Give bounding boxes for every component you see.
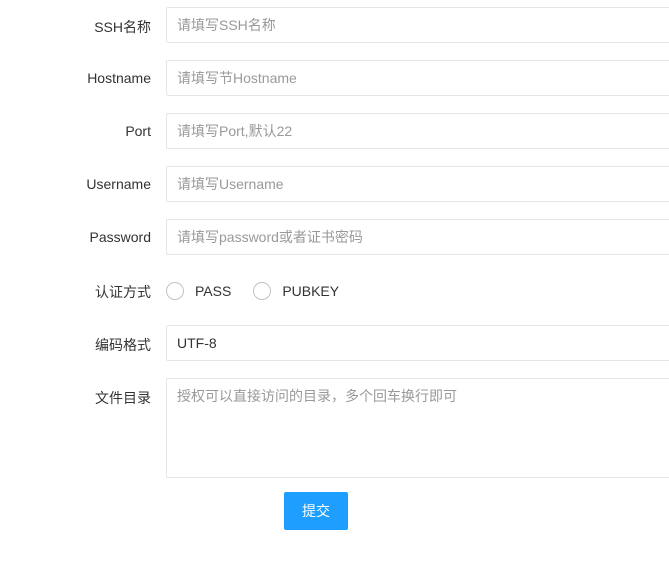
auth-pass-label: PASS — [195, 283, 232, 299]
file-dirs-label: 文件目录 — [95, 390, 151, 406]
password-input[interactable] — [166, 219, 669, 255]
encoding-input[interactable] — [166, 325, 669, 361]
submit-button[interactable]: 提交 — [284, 492, 348, 530]
auth-pass-radio[interactable]: PASS — [166, 282, 231, 300]
auth-pubkey-label: PUBKEY — [282, 283, 340, 299]
auth-method-label: 认证方式 — [95, 284, 151, 300]
ssh-name-input[interactable] — [166, 7, 669, 43]
hostname-input[interactable] — [166, 60, 669, 96]
password-label: Password — [89, 229, 151, 245]
port-input[interactable] — [166, 113, 669, 149]
encoding-label: 编码格式 — [95, 337, 151, 353]
file-dirs-textarea[interactable] — [166, 378, 669, 478]
radio-circle-icon[interactable] — [166, 282, 184, 300]
hostname-label: Hostname — [87, 70, 151, 86]
auth-method-radio-group: PASS PUBKEY — [166, 279, 361, 303]
auth-pubkey-radio[interactable]: PUBKEY — [253, 282, 339, 300]
ssh-name-label: SSH名称 — [94, 19, 151, 35]
radio-circle-icon[interactable] — [253, 282, 272, 300]
port-label: Port — [125, 123, 151, 139]
username-label: Username — [86, 176, 151, 192]
username-input[interactable] — [166, 166, 669, 202]
ssh-config-form: SSH名称 Hostname Port Username Password 认证… — [0, 0, 669, 563]
